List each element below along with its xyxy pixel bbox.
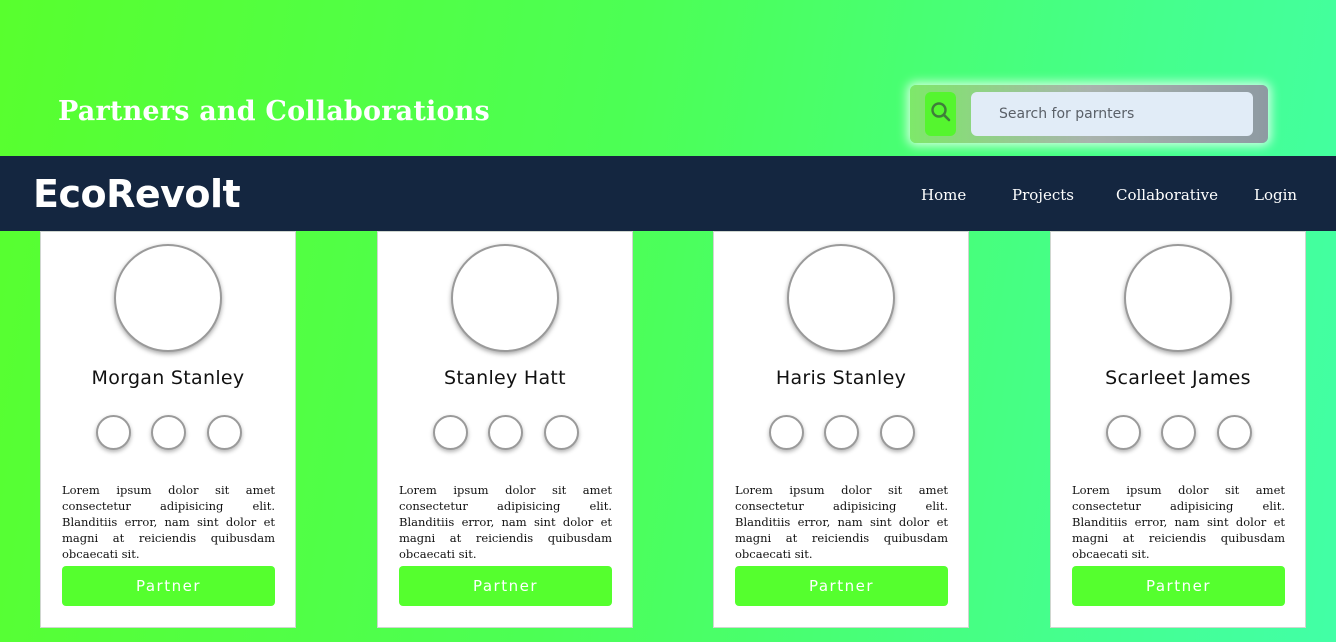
social-icon[interactable] [880,415,915,450]
search-button[interactable] [925,92,956,136]
social-icon[interactable] [488,415,523,450]
social-icon[interactable] [1217,415,1252,450]
partner-button[interactable]: Partner [62,566,275,606]
partner-description: Lorem ipsum dolor sit amet consectetur a… [1072,483,1285,561]
top-banner: Partners and Collaborations [0,0,1336,156]
social-icon[interactable] [151,415,186,450]
avatar [114,244,222,352]
partner-card: Morgan Stanley Lorem ipsum dolor sit ame… [40,231,296,628]
social-icon[interactable] [96,415,131,450]
partner-card: Haris Stanley Lorem ipsum dolor sit amet… [713,231,969,628]
search-box [910,85,1268,143]
avatar [787,244,895,352]
partner-name: Stanley Hatt [444,367,566,389]
partner-description: Lorem ipsum dolor sit amet consectetur a… [735,483,948,561]
search-icon [930,101,952,128]
social-icon[interactable] [207,415,242,450]
social-icon[interactable] [1106,415,1141,450]
page-title: Partners and Collaborations [58,96,490,127]
nav-link-collaborative[interactable]: Collaborative [1116,186,1218,204]
social-icon[interactable] [1161,415,1196,450]
partner-card: Stanley Hatt Lorem ipsum dolor sit amet … [377,231,633,628]
social-icon[interactable] [769,415,804,450]
nav-links: Home Projects Collaborative Login [0,156,1336,231]
social-icon[interactable] [824,415,859,450]
social-links [433,415,583,451]
search-input[interactable] [971,92,1253,136]
partner-button[interactable]: Partner [1072,566,1285,606]
partner-card: Scarleet James Lorem ipsum dolor sit ame… [1050,231,1306,628]
social-icon[interactable] [433,415,468,450]
partner-button[interactable]: Partner [399,566,612,606]
partner-description: Lorem ipsum dolor sit amet consectetur a… [399,483,612,561]
navbar: EcoRevolt Home Projects Collaborative Lo… [0,156,1336,231]
social-links [769,415,919,451]
partner-name: Haris Stanley [775,367,907,389]
partner-button[interactable]: Partner [735,566,948,606]
social-links [96,415,246,451]
partner-description: Lorem ipsum dolor sit amet consectetur a… [62,483,275,561]
avatar [451,244,559,352]
avatar [1124,244,1232,352]
nav-link-home[interactable]: Home [921,186,966,204]
social-icon[interactable] [544,415,579,450]
partner-name: Scarleet James [1105,367,1251,389]
nav-link-login[interactable]: Login [1254,186,1297,204]
partner-name: Morgan Stanley [91,367,245,389]
social-links [1106,415,1256,451]
nav-link-projects[interactable]: Projects [1012,186,1074,204]
